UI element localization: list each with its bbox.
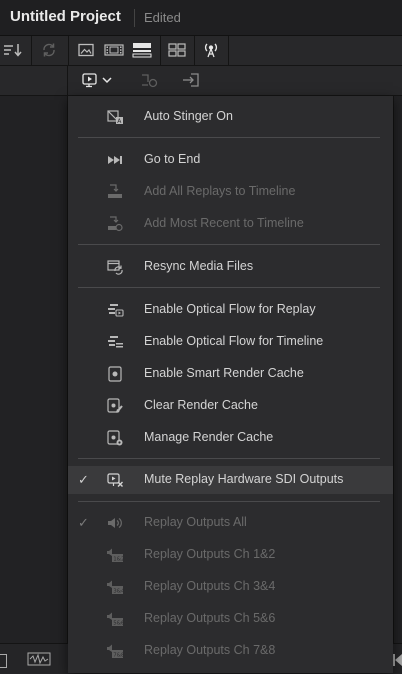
menu-item-label: Replay Outputs Ch 5&6 — [144, 611, 276, 625]
replay-options-menu: A Auto Stinger On Go to End Add All Repl… — [68, 96, 393, 673]
menu-item-label: Manage Render Cache — [144, 430, 274, 444]
channel-56-icon: 5&6 — [106, 610, 125, 628]
checkmark-icon: ✓ — [78, 515, 89, 530]
replay-toolbar — [0, 66, 402, 96]
menu-item-add-most-recent[interactable]: Add Most Recent to Timeline — [68, 210, 393, 238]
mute-sdi-icon — [106, 471, 124, 489]
top-toolbar — [0, 36, 402, 66]
left-panel — [0, 96, 68, 673]
stinger-icon: A — [106, 108, 124, 126]
menu-item-replay-outputs-all[interactable]: ✓ Replay Outputs All — [68, 509, 393, 537]
svg-text:5&6: 5&6 — [113, 621, 124, 627]
menu-item-label: Resync Media Files — [144, 259, 254, 273]
menu-item-replay-outputs-ch78[interactable]: 7&8 Replay Outputs Ch 7&8 — [68, 637, 393, 665]
menu-item-replay-outputs-ch56[interactable]: 5&6 Replay Outputs Ch 5&6 — [68, 605, 393, 633]
menu-item-label: Go to End — [144, 152, 201, 166]
menu-item-add-all-replays[interactable]: Add All Replays to Timeline — [68, 178, 393, 206]
menu-item-label: Add Most Recent to Timeline — [144, 216, 304, 230]
skip-back-icon[interactable] — [392, 653, 402, 672]
optical-flow-replay-icon — [106, 301, 124, 319]
right-panel — [393, 96, 402, 673]
svg-text:1&2: 1&2 — [113, 557, 124, 563]
resync-icon — [106, 258, 124, 276]
sync-icon[interactable] — [38, 40, 60, 60]
menu-item-label: Enable Optical Flow for Replay — [144, 302, 316, 316]
menu-item-label: Enable Optical Flow for Timeline — [144, 334, 324, 348]
add-recent-icon — [106, 215, 124, 233]
replay-options-dropdown[interactable] — [78, 70, 118, 90]
add-replays-icon — [106, 183, 124, 201]
optical-flow-timeline-icon — [106, 333, 124, 351]
menu-item-label: Enable Smart Render Cache — [144, 366, 304, 380]
menu-divider — [78, 287, 380, 288]
render-cache-icon — [106, 365, 124, 383]
manage-cache-icon — [106, 429, 124, 447]
import-icon[interactable] — [180, 70, 202, 90]
menu-divider — [78, 137, 380, 138]
svg-text:7&8: 7&8 — [113, 653, 124, 659]
menu-item-mute-sdi-outputs[interactable]: ✓ Mute Replay Hardware SDI Outputs — [68, 466, 393, 494]
menu-item-label: Add All Replays to Timeline — [144, 184, 296, 198]
menu-item-resync-media[interactable]: Resync Media Files — [68, 253, 393, 281]
menu-item-auto-stinger[interactable]: A Auto Stinger On — [68, 103, 393, 131]
menu-item-clear-render-cache[interactable]: Clear Render Cache — [68, 392, 393, 420]
menu-item-label: Replay Outputs Ch 3&4 — [144, 579, 276, 593]
toolbar-divider — [194, 36, 195, 65]
title-separator — [134, 9, 135, 27]
toolbar-divider — [160, 36, 161, 65]
menu-item-label: Clear Render Cache — [144, 398, 258, 412]
menu-item-manage-render-cache[interactable]: Manage Render Cache — [68, 424, 393, 452]
menu-divider — [78, 501, 380, 502]
project-status: Edited — [144, 10, 181, 25]
menu-item-go-to-end[interactable]: Go to End — [68, 146, 393, 174]
speaker-icon — [106, 514, 124, 532]
channel-78-icon: 7&8 — [106, 642, 125, 660]
title-bar: Untitled Project Edited — [0, 0, 402, 36]
go-to-end-icon — [106, 151, 124, 169]
toolbar-divider — [67, 66, 68, 95]
menu-divider — [78, 458, 380, 459]
checkmark-icon: ✓ — [78, 472, 89, 487]
menu-item-smart-render-cache[interactable]: Enable Smart Render Cache — [68, 360, 393, 388]
menu-item-label: Replay Outputs Ch 1&2 — [144, 547, 276, 561]
menu-item-label: Mute Replay Hardware SDI Outputs — [144, 472, 344, 486]
toolbar-divider — [68, 36, 69, 65]
project-title: Untitled Project — [10, 8, 121, 25]
channel-12-icon: 1&2 — [106, 546, 124, 564]
menu-item-label: Replay Outputs All — [144, 515, 247, 529]
broadcast-icon[interactable] — [200, 40, 222, 60]
menu-item-optical-flow-replay[interactable]: Enable Optical Flow for Replay — [68, 296, 393, 324]
channel-34-icon: 3&4 — [106, 578, 125, 596]
menu-item-label: Replay Outputs Ch 7&8 — [144, 643, 276, 657]
menu-item-optical-flow-timeline[interactable]: Enable Optical Flow for Timeline — [68, 328, 393, 356]
grid-view-icon[interactable] — [166, 40, 188, 60]
panel-edge-icon[interactable] — [0, 654, 7, 668]
menu-item-label: Auto Stinger On — [144, 109, 233, 123]
svg-text:3&4: 3&4 — [113, 589, 124, 595]
menu-item-replay-outputs-ch12[interactable]: 1&2 Replay Outputs Ch 1&2 — [68, 541, 393, 569]
menu-item-replay-outputs-ch34[interactable]: 3&4 Replay Outputs Ch 3&4 — [68, 573, 393, 601]
audio-waveform-icon[interactable] — [27, 652, 51, 671]
clear-cache-icon — [106, 397, 124, 415]
replay-speed-icon[interactable] — [139, 70, 161, 90]
image-icon[interactable] — [75, 40, 97, 60]
filmstrip-icon[interactable] — [103, 40, 125, 60]
menu-divider — [78, 244, 380, 245]
sort-icon[interactable] — [2, 40, 24, 60]
stacked-view-icon[interactable] — [131, 40, 153, 60]
toolbar-divider — [31, 36, 32, 65]
toolbar-divider — [228, 36, 229, 65]
